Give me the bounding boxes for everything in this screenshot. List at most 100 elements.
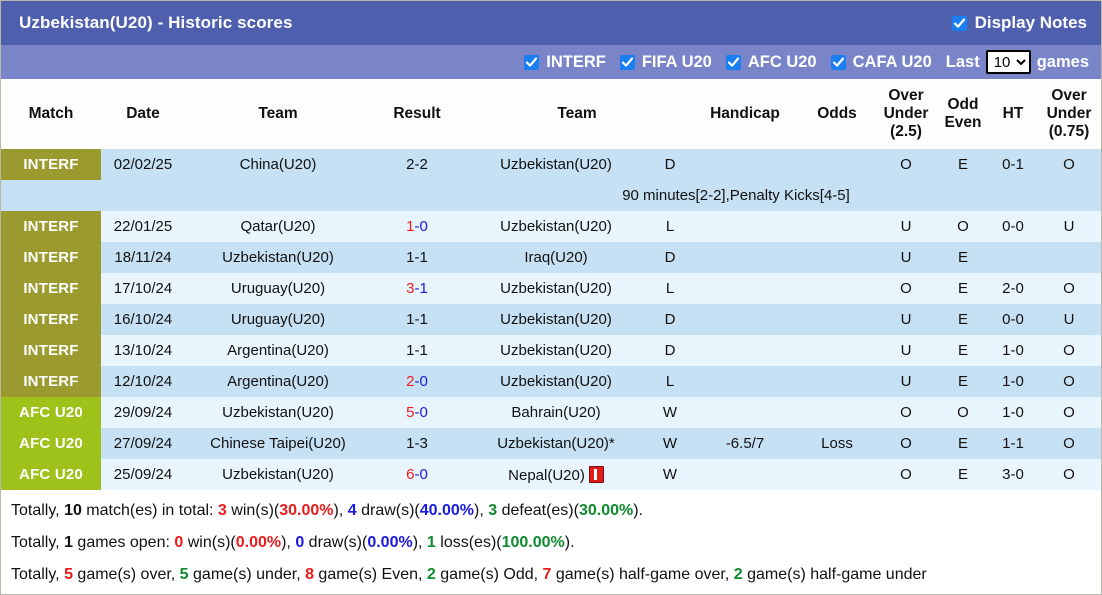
summary-l3-mid5: game(s) half-game over, (551, 566, 733, 583)
col-ou075-line1: Over (1051, 87, 1086, 104)
table-row[interactable]: INTERF22/01/25Qatar(U20)1-0Uzbekistan(U2… (1, 211, 1101, 242)
display-notes-toggle[interactable]: Display Notes (952, 13, 1087, 33)
handicap-value (691, 304, 799, 335)
table-row[interactable]: INTERF17/10/24Uruguay(U20)3-1Uzbekistan(… (1, 273, 1101, 304)
filter-interf-label: INTERF (546, 53, 606, 72)
summary-open-draw-pct: 0.00% (367, 534, 412, 551)
summary-open-wins: 0 (174, 534, 183, 551)
filter-afc-u20-label: AFC U20 (748, 53, 817, 72)
match-date: 25/09/24 (101, 459, 185, 490)
home-team: Argentina(U20) (185, 366, 371, 397)
over-under-075-value: O (1037, 273, 1101, 304)
table-row[interactable]: INTERF18/11/24Uzbekistan(U20)1-1Iraq(U20… (1, 242, 1101, 273)
checkbox-checked-icon[interactable] (524, 55, 539, 70)
table-row[interactable]: AFC U2025/09/24Uzbekistan(U20)6-0Nepal(U… (1, 459, 1101, 490)
filter-cafa-u20[interactable]: CAFA U20 (831, 53, 932, 72)
table-row[interactable]: INTERF16/10/24Uruguay(U20)1-1Uzbekistan(… (1, 304, 1101, 335)
half-time-score: 0-1 (989, 149, 1037, 180)
half-time-score: 0-0 (989, 304, 1037, 335)
match-result: 1-1 (371, 335, 463, 366)
over-under-25-value: O (875, 397, 937, 428)
competition-badge: INTERF (1, 211, 101, 242)
match-result: 2-2 (371, 149, 463, 180)
filter-afc-u20[interactable]: AFC U20 (726, 53, 817, 72)
games-count-select[interactable]: 10203050 (986, 50, 1031, 74)
table-row[interactable]: AFC U2029/09/24Uzbekistan(U20)5-0Bahrain… (1, 397, 1101, 428)
competition-cell: AFC U20 (1, 459, 101, 490)
page-title: Uzbekistan(U20) - Historic scores (19, 13, 293, 33)
col-oddeven-line2: Even (944, 114, 981, 131)
table-row[interactable]: INTERF02/02/25China(U20)2-2Uzbekistan(U2… (1, 149, 1101, 180)
display-notes-label: Display Notes (975, 13, 1087, 33)
home-team: Qatar(U20) (185, 211, 371, 242)
match-date: 02/02/25 (101, 149, 185, 180)
over-under-25-value: O (875, 459, 937, 490)
away-team: Uzbekistan(U20)* (463, 428, 649, 459)
summary-open-win-pct: 0.00% (236, 534, 281, 551)
summary-l1-suffix: ). (633, 502, 643, 519)
summary-l3-mid1: game(s) over, (73, 566, 180, 583)
summary-total-matches: 10 (64, 502, 82, 519)
half-time-score: 1-0 (989, 366, 1037, 397)
col-odd-even[interactable]: Odd Even (937, 79, 989, 149)
last-games-control: Last 10203050 games (946, 50, 1089, 74)
checkbox-checked-icon[interactable] (952, 16, 967, 31)
match-result: 5-0 (371, 397, 463, 428)
filter-fifa-u20-label: FIFA U20 (642, 53, 712, 72)
col-date[interactable]: Date (101, 79, 185, 149)
filter-fifa-u20[interactable]: FIFA U20 (620, 53, 712, 72)
over-under-075-value: O (1037, 149, 1101, 180)
summary-draw-pct: 40.00% (420, 502, 474, 519)
half-time-score (989, 242, 1037, 273)
summary-l3-mid3: game(s) Even, (314, 566, 427, 583)
col-ht[interactable]: HT (989, 79, 1037, 149)
note-badge-spacer (1, 180, 101, 211)
summary-odd: 2 (427, 566, 436, 583)
away-team: Uzbekistan(U20) (463, 304, 649, 335)
checkbox-checked-icon[interactable] (726, 55, 741, 70)
odds-value (799, 335, 875, 366)
match-date: 13/10/24 (101, 335, 185, 366)
col-odds[interactable]: Odds (799, 79, 875, 149)
competition-badge: AFC U20 (1, 397, 101, 428)
table-row[interactable]: AFC U2027/09/24Chinese Taipei(U20)1-3Uzb… (1, 428, 1101, 459)
match-result: 1-3 (371, 428, 463, 459)
summary-l3-mid2: game(s) under, (189, 566, 306, 583)
summary-line-total: Totally, 10 match(es) in total: 3 win(s)… (11, 495, 1091, 527)
col-over-under-075[interactable]: Over Under (0.75) (1037, 79, 1101, 149)
competition-badge: INTERF (1, 366, 101, 397)
over-under-25-value: U (875, 242, 937, 273)
summary-l2-prefix: Totally, (11, 534, 64, 551)
col-over-under-25[interactable]: Over Under (2.5) (875, 79, 937, 149)
result-outcome: W (649, 428, 691, 459)
col-match[interactable]: Match (1, 79, 101, 149)
odd-even-value: E (937, 459, 989, 490)
half-time-score: 1-0 (989, 397, 1037, 428)
table-row[interactable]: INTERF12/10/24Argentina(U20)2-0Uzbekista… (1, 366, 1101, 397)
table-header-row: Match Date Team Result Team Handicap Odd… (1, 79, 1101, 149)
odds-value (799, 304, 875, 335)
handicap-value (691, 273, 799, 304)
match-note-row: 90 minutes[2-2],Penalty Kicks[4-5] (1, 180, 1101, 211)
summary-over: 5 (64, 566, 73, 583)
checkbox-checked-icon[interactable] (620, 55, 635, 70)
result-outcome: W (649, 397, 691, 428)
away-team: Bahrain(U20) (463, 397, 649, 428)
col-team-home[interactable]: Team (185, 79, 371, 149)
odds-value: Loss (799, 428, 875, 459)
odd-even-value: E (937, 335, 989, 366)
summary-wins: 3 (218, 502, 227, 519)
filter-interf[interactable]: INTERF (524, 53, 606, 72)
summary-half-under: 2 (734, 566, 743, 583)
home-team: Uzbekistan(U20) (185, 242, 371, 273)
summary-l1-prefix: Totally, (11, 502, 64, 519)
col-team-away[interactable]: Team (463, 79, 691, 149)
summary-l1-mid6: defeat(es)( (497, 502, 579, 519)
col-handicap[interactable]: Handicap (691, 79, 799, 149)
over-under-25-value: O (875, 273, 937, 304)
table-row[interactable]: INTERF13/10/24Argentina(U20)1-1Uzbekista… (1, 335, 1101, 366)
competition-cell: INTERF (1, 335, 101, 366)
result-outcome: L (649, 211, 691, 242)
checkbox-checked-icon[interactable] (831, 55, 846, 70)
col-result[interactable]: Result (371, 79, 463, 149)
